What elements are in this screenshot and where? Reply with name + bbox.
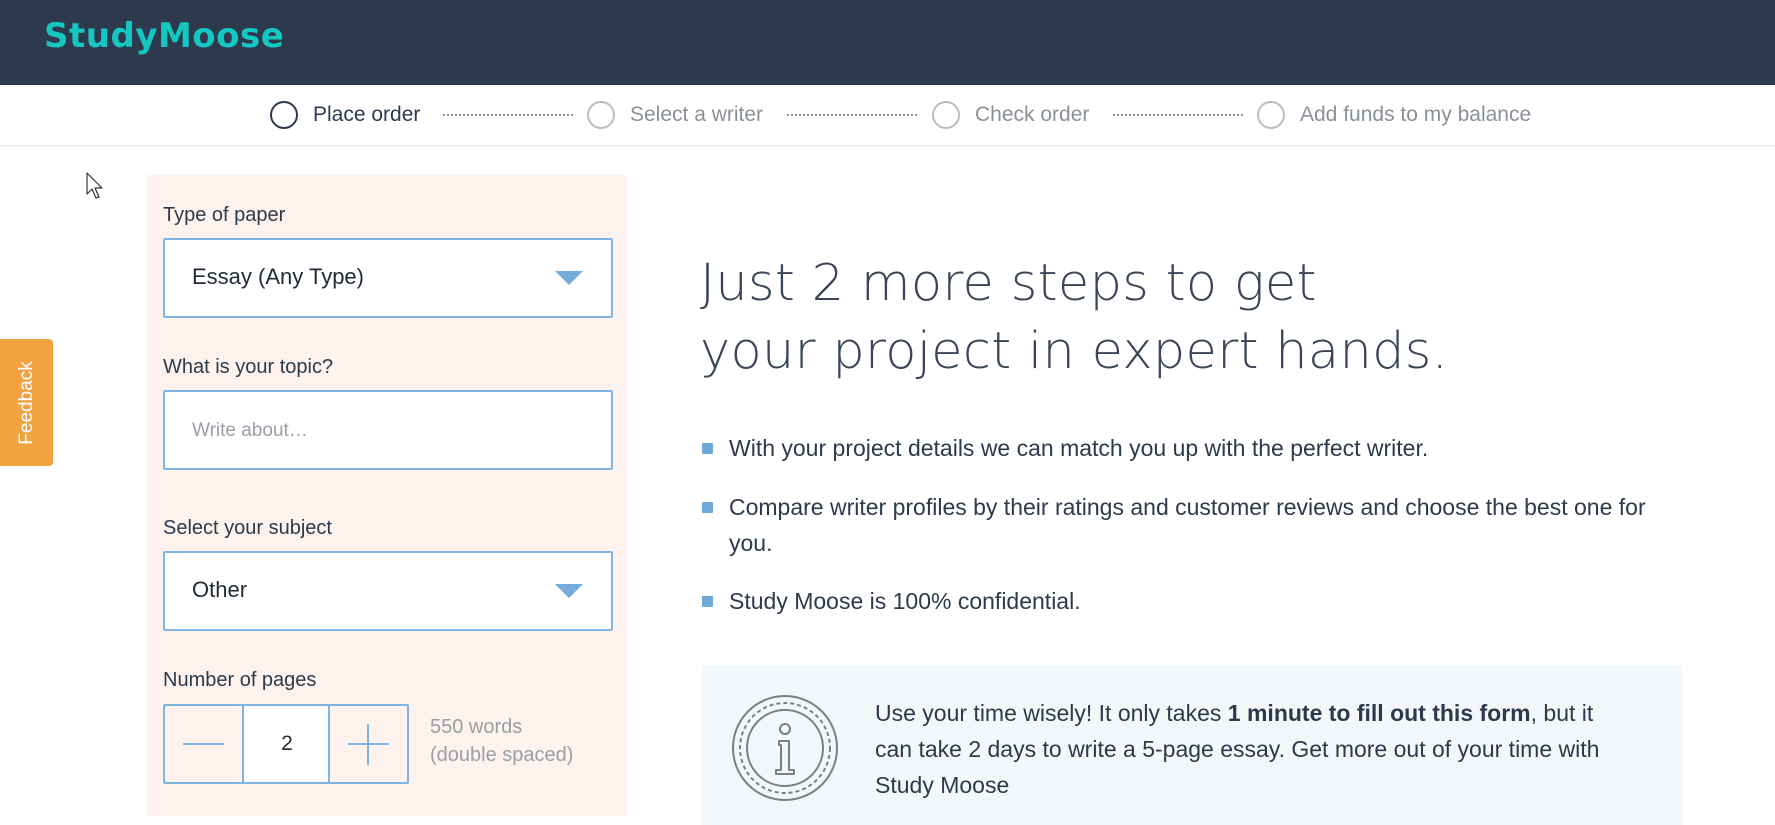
- step-label: Select a writer: [630, 103, 764, 126]
- step-label: Add funds to my balance: [1300, 103, 1532, 126]
- mouse-cursor-icon: [86, 172, 103, 199]
- order-progress-steps: Place order Select a writer Check order …: [0, 85, 1775, 146]
- chevron-down-icon: [555, 584, 583, 598]
- tip-text-bold: 1 minute to fill out this form: [1227, 700, 1531, 726]
- step-select-writer[interactable]: Select a writer: [587, 99, 763, 131]
- list-item-text: Study Moose is 100% confidential.: [729, 588, 1081, 614]
- topic-label: What is your topic?: [163, 356, 334, 378]
- spacing-note: (double spaced): [430, 744, 574, 766]
- headline-line-2: your project in expert hands.: [700, 322, 1449, 381]
- step-add-funds[interactable]: Add funds to my balance: [1257, 99, 1531, 131]
- list-item: Study Moose is 100% confidential.: [702, 583, 1689, 619]
- paper-type-label: Type of paper: [163, 204, 286, 226]
- step-circle-icon: [587, 101, 615, 129]
- topic-placeholder: Write about…: [192, 420, 308, 441]
- step-circle-icon: [1257, 101, 1285, 129]
- headline-line-1: Just 2 more steps to get: [700, 254, 1317, 313]
- top-header: StudyMoose: [0, 0, 1775, 85]
- word-count: 550 words: [430, 716, 523, 738]
- pages-label: Number of pages: [163, 669, 317, 691]
- order-form: Type of paper Essay (Any Type) What is y…: [147, 175, 627, 816]
- time-tip-box: Use your time wisely! It only takes 1 mi…: [702, 665, 1682, 825]
- pages-count[interactable]: 2: [244, 706, 330, 782]
- feedback-label: Feedback: [15, 360, 37, 445]
- tip-text-start: Use your time wisely! It only takes: [875, 700, 1228, 726]
- step-label: Check order: [975, 103, 1090, 126]
- bullet-square-icon: [702, 502, 713, 513]
- list-item-text: Compare writer profiles by their ratings…: [729, 494, 1646, 556]
- paper-type-select[interactable]: Essay (Any Type): [163, 238, 613, 318]
- paper-type-value: Essay (Any Type): [192, 264, 364, 289]
- step-label: Place order: [313, 103, 421, 126]
- list-item-text: With your project details we can match y…: [729, 435, 1429, 461]
- subject-label: Select your subject: [163, 517, 332, 539]
- topic-input[interactable]: Write about…: [163, 390, 613, 470]
- page-headline: Just 2 more steps to get your project in…: [700, 250, 1600, 386]
- step-connector: [443, 114, 573, 116]
- bullet-square-icon: [702, 596, 713, 607]
- increase-pages-button[interactable]: [328, 706, 407, 782]
- studymoose-logo[interactable]: StudyMoose: [44, 16, 284, 56]
- chevron-down-icon: [555, 271, 583, 285]
- decrease-pages-button[interactable]: [165, 706, 244, 782]
- step-connector: [1113, 114, 1243, 116]
- step-circle-icon: [270, 101, 298, 129]
- subject-value: Other: [192, 577, 248, 602]
- step-place-order[interactable]: Place order: [270, 99, 420, 131]
- list-item: With your project details we can match y…: [702, 430, 1689, 466]
- pages-stepper: 2: [163, 704, 409, 784]
- step-check-order[interactable]: Check order: [932, 99, 1089, 131]
- step-connector: [787, 114, 917, 116]
- bullet-square-icon: [702, 443, 713, 454]
- step-circle-icon: [932, 101, 960, 129]
- word-count-note: 550 words (double spaced): [430, 713, 573, 769]
- time-tip-text: Use your time wisely! It only takes 1 mi…: [875, 695, 1635, 803]
- list-item: Compare writer profiles by their ratings…: [702, 489, 1689, 561]
- feedback-tab[interactable]: Feedback: [0, 339, 53, 466]
- subject-select[interactable]: Other: [163, 551, 613, 631]
- info-icon: [732, 695, 838, 801]
